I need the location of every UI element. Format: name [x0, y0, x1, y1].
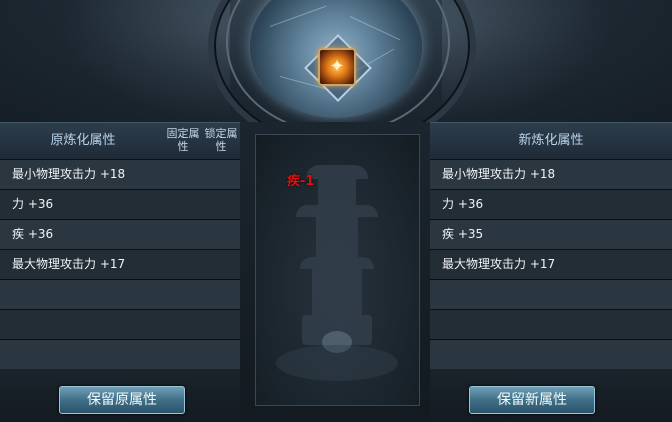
attribute-text: 疾 +35 — [442, 227, 484, 241]
attribute-text: 最大物理攻击力 +17 — [442, 257, 556, 271]
fixed-attribute-column-header: 固定属性 — [166, 127, 200, 153]
attribute-row: 疾 +36 — [0, 220, 240, 250]
attribute-row — [0, 280, 240, 310]
attribute-text: 最小物理攻击力 +18 — [442, 167, 556, 181]
keep-original-button[interactable]: 保留原属性 — [59, 386, 185, 414]
left-ornament — [60, 0, 230, 120]
attribute-row: 力 +36 — [430, 190, 672, 220]
fire-item-icon: ✦ — [329, 56, 345, 77]
new-panel-title: 新炼化属性 — [518, 133, 584, 148]
new-attributes-panel: 新炼化属性 最小物理攻击力 +18 力 +36 疾 +35 最大物理攻击力 +1… — [430, 122, 672, 422]
attribute-row — [0, 310, 240, 340]
refine-preview-frame — [255, 134, 420, 406]
original-attribute-list: 最小物理攻击力 +18 力 +36 疾 +36 最大物理攻击力 +17 — [0, 160, 240, 371]
attribute-row: 最大物理攻击力 +17 — [430, 250, 672, 280]
original-attributes-panel: 原炼化属性 固定属性 锁定属性 最小物理攻击力 +18 力 +36 疾 +36 … — [0, 122, 240, 422]
attribute-row: 最大物理攻击力 +17 — [0, 250, 240, 280]
keep-new-button[interactable]: 保留新属性 — [469, 386, 595, 414]
attribute-row: 最小物理攻击力 +18 — [430, 160, 672, 190]
refine-window: ✦ 原炼化属性 固定属性 锁定属性 最小物理攻击力 +18 力 +36 疾 +3… — [0, 0, 672, 422]
lock-attribute-column-header: 锁定属性 — [204, 127, 238, 153]
new-panel-header: 新炼化属性 — [430, 122, 672, 160]
attribute-row — [0, 340, 240, 370]
attribute-text: 力 +36 — [12, 197, 54, 211]
attribute-text: 最大物理攻击力 +17 — [12, 257, 126, 271]
attribute-row — [430, 280, 672, 310]
attribute-row — [430, 340, 672, 370]
new-attribute-list: 最小物理攻击力 +18 力 +36 疾 +35 最大物理攻击力 +17 — [430, 160, 672, 370]
original-panel-header: 原炼化属性 固定属性 锁定属性 — [0, 122, 240, 160]
attribute-row: 力 +36 — [0, 190, 240, 220]
attribute-row: 最小物理攻击力 +18 — [0, 160, 240, 190]
attribute-text: 力 +36 — [442, 197, 484, 211]
attribute-row: 疾 +35 — [430, 220, 672, 250]
ornamental-header: ✦ — [0, 0, 672, 152]
attribute-change-indicator: 疾-1 — [287, 174, 315, 189]
original-panel-title: 原炼化属性 — [50, 133, 116, 148]
attribute-row — [430, 310, 672, 340]
equipment-slot[interactable]: ✦ — [318, 48, 356, 86]
attribute-text: 疾 +36 — [12, 227, 54, 241]
attribute-text: 最小物理攻击力 +18 — [12, 167, 126, 181]
